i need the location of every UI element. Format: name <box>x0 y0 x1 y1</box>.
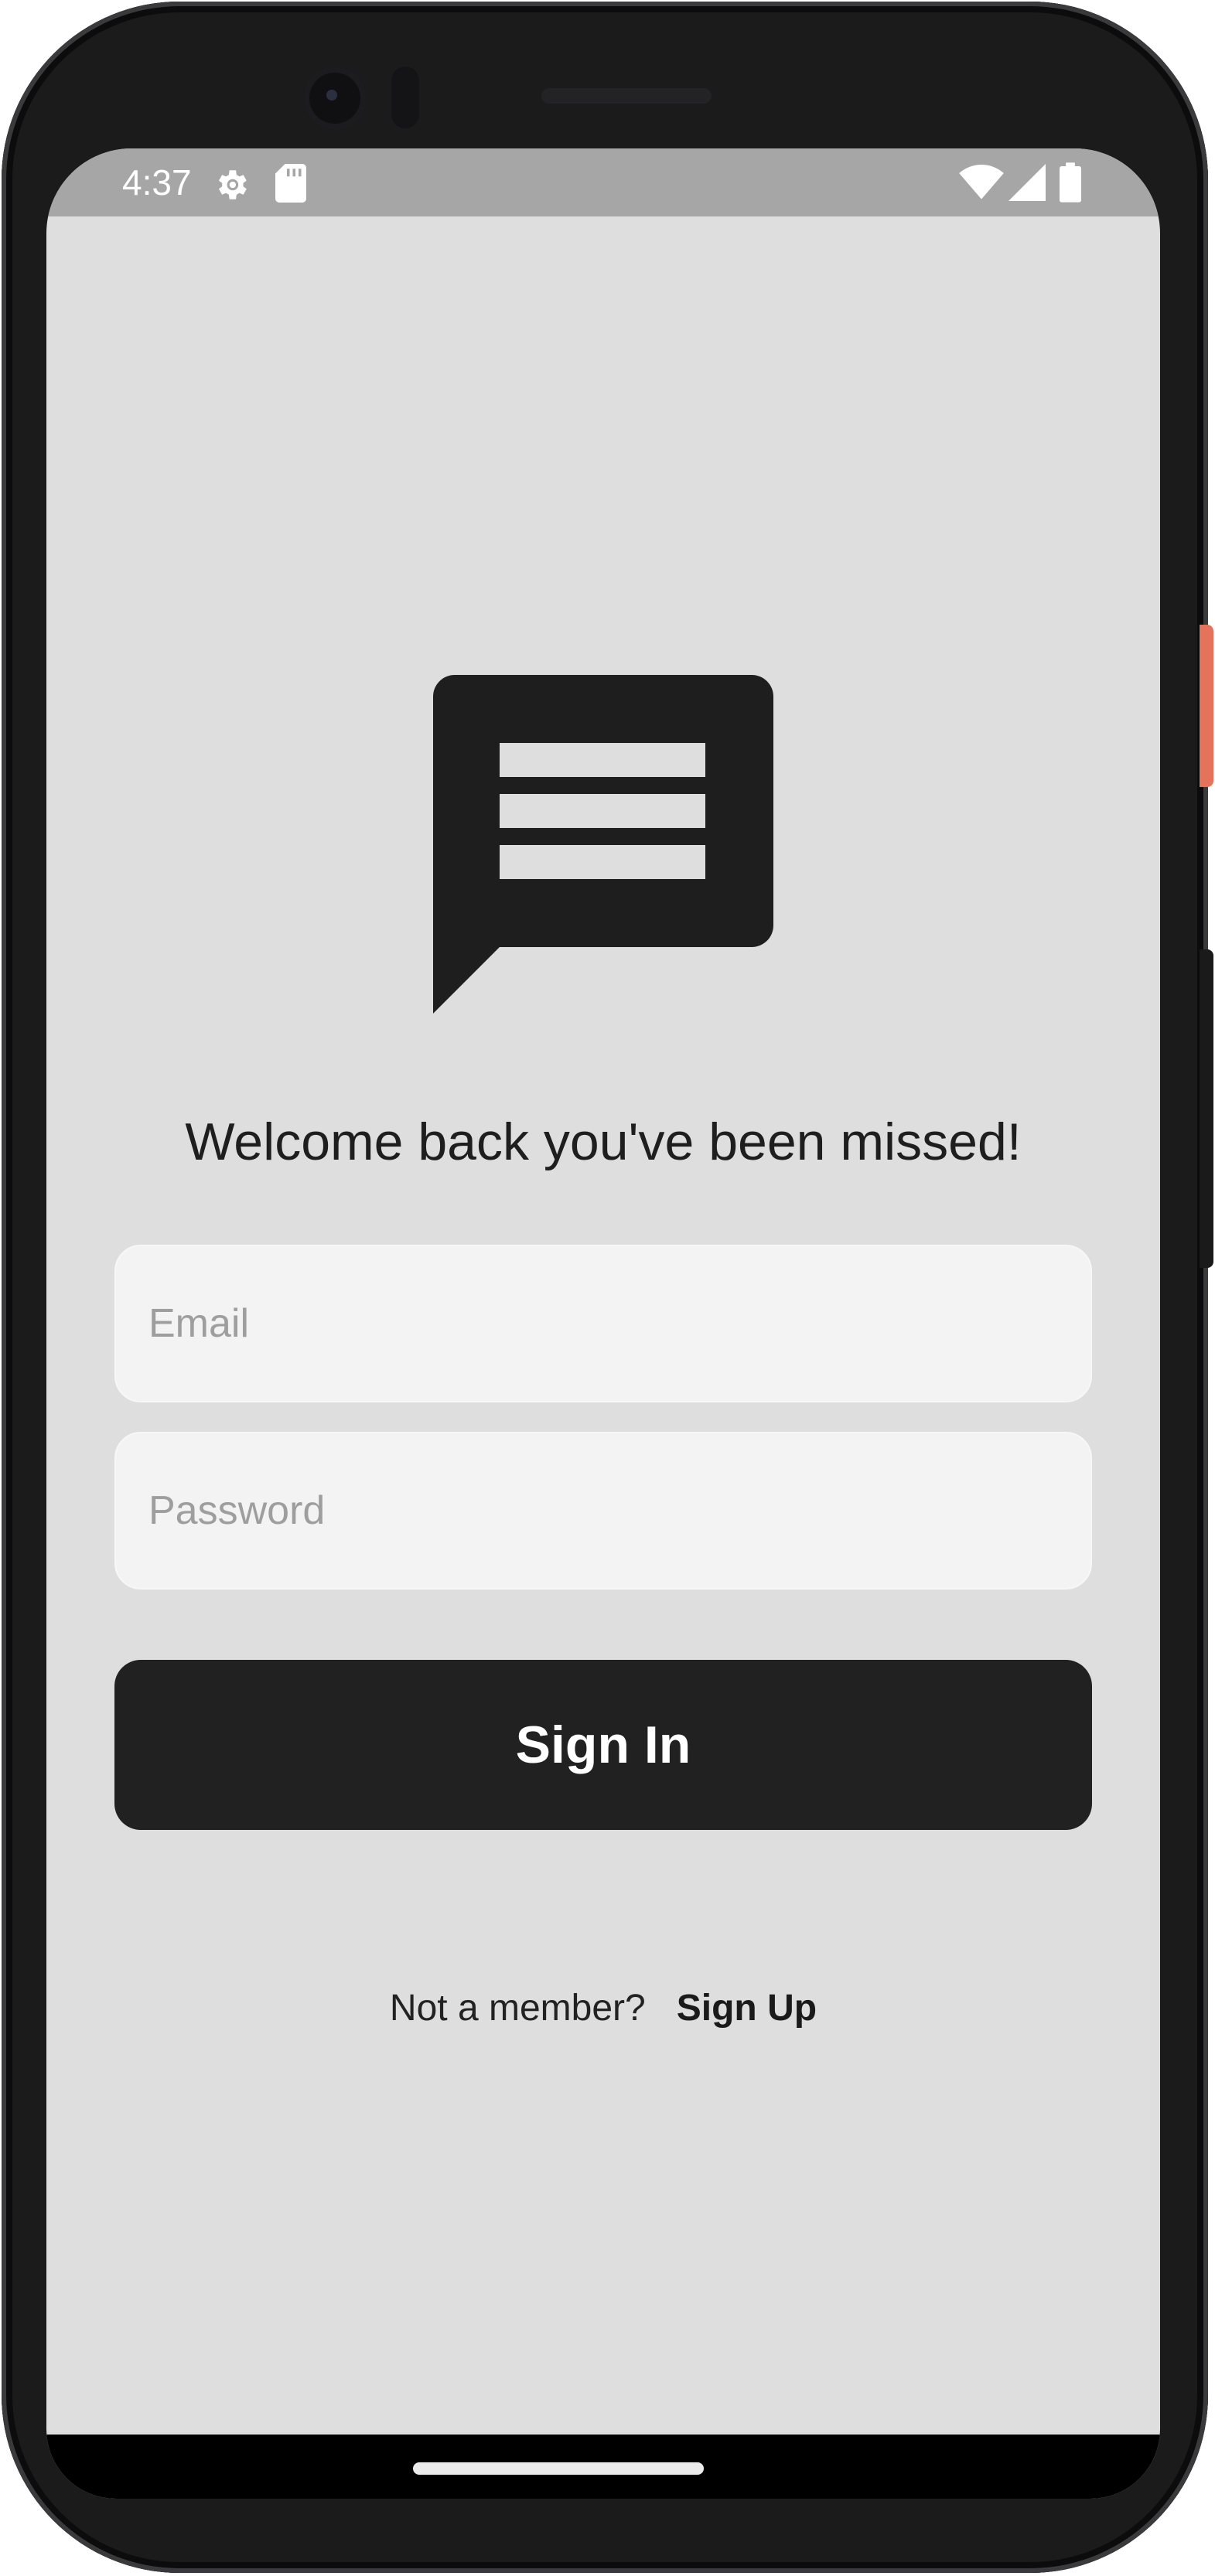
proximity-sensor <box>391 66 419 128</box>
status-time: 4:37 <box>122 162 192 203</box>
signup-prompt-text: Not a member? <box>389 1988 646 2029</box>
email-field-container <box>114 1245 1092 1402</box>
signup-prompt-row: Not a member? Sign Up <box>46 1985 1160 2032</box>
status-bar: 4:37 <box>46 148 1160 216</box>
signup-spacer <box>656 1988 666 2029</box>
sign-up-link[interactable]: Sign Up <box>677 1988 817 2029</box>
power-button <box>1200 625 1213 787</box>
sd-card-icon <box>275 164 306 206</box>
welcome-heading: Welcome back you've been missed! <box>185 1113 1022 1171</box>
battery-icon <box>1060 162 1081 206</box>
volume-button <box>1200 949 1213 1268</box>
settings-gear-icon <box>212 165 251 208</box>
email-field[interactable] <box>116 1246 1090 1401</box>
cellular-signal-icon <box>1009 164 1046 205</box>
home-gesture-handle[interactable] <box>413 2462 704 2475</box>
earpiece-speaker <box>541 88 712 104</box>
password-field-container <box>114 1432 1092 1590</box>
password-field[interactable] <box>116 1433 1090 1588</box>
chat-message-icon <box>433 675 773 1015</box>
screen: 4:37 Welcome back you've been missed! Em… <box>46 148 1160 2499</box>
wifi-icon <box>959 164 1004 205</box>
front-camera <box>303 66 367 130</box>
sign-in-button[interactable]: Sign In <box>114 1660 1092 1830</box>
